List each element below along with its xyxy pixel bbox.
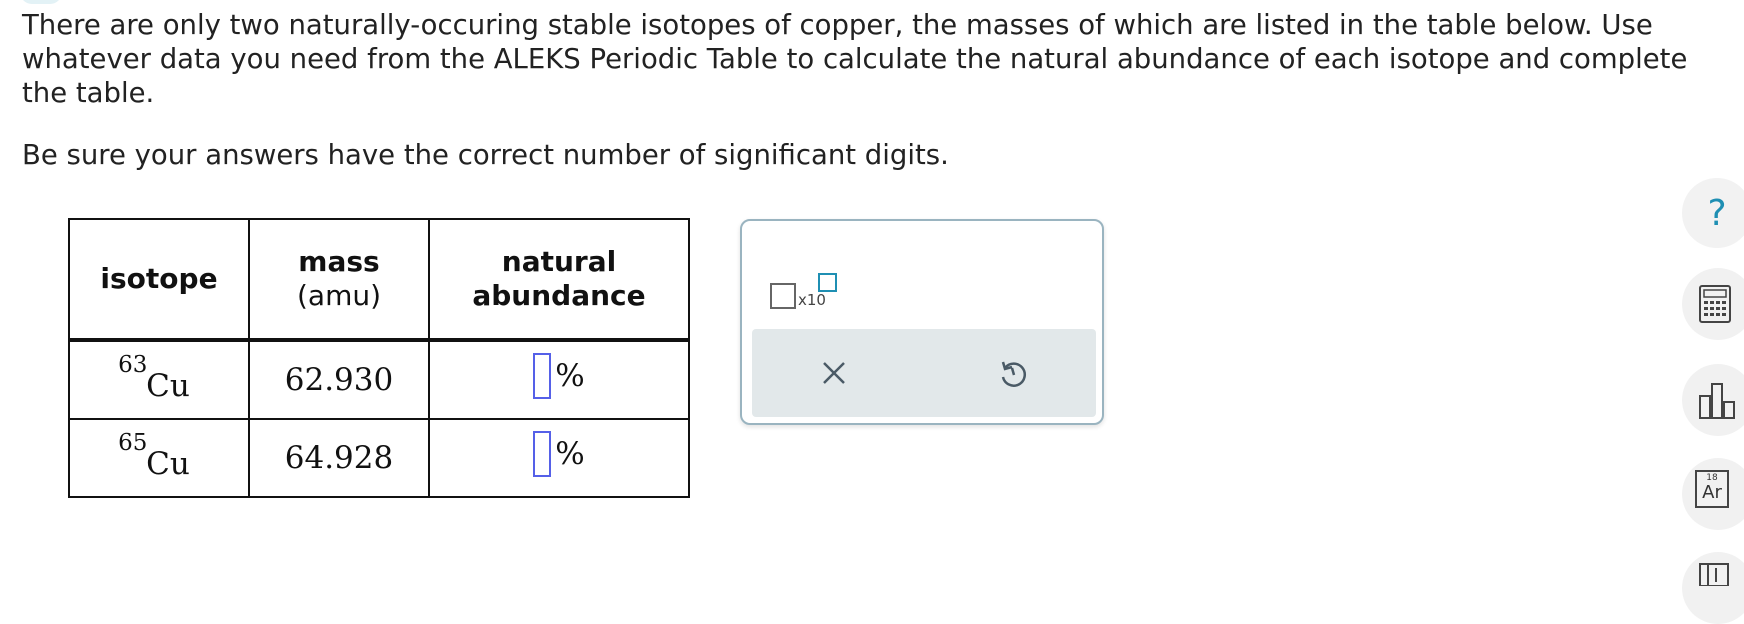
periodic-table-button[interactable]: 18 Ar [1682,458,1744,530]
undo-icon [1001,361,1026,387]
mass-number: 63 [118,352,148,378]
periodic-table-icon: 18 Ar [1695,470,1729,508]
header-mass: mass (amu) [248,218,430,341]
header-abundance-line1: natural [501,245,617,278]
table-header-row: isotope mass (amu) natural abundance [68,218,690,341]
element-symbol: Cu [146,368,190,404]
header-mass-label: mass [298,245,380,278]
sci-base-box [770,283,796,309]
undo-button[interactable] [994,355,1030,391]
table-row: 63 Cu 62.930 % [68,339,690,420]
bar-chart-icon [1699,383,1735,419]
textbook-button[interactable] [1682,552,1744,624]
header-abundance: natural abundance [428,218,690,341]
element-symbol: Cu [146,446,190,482]
palette-action-bar [752,329,1096,417]
mass-cell: 64.928 [248,418,430,498]
isotope-table: isotope mass (amu) natural abundance 63 C… [68,218,690,498]
scientific-notation-button[interactable]: x10 [770,251,840,309]
clear-button[interactable] [816,355,852,391]
help-button[interactable]: ? [1682,178,1744,248]
periodic-symbol: Ar [1702,482,1722,503]
table-row: 65 Cu 64.928 % [68,418,690,498]
help-icon: ? [1682,178,1744,248]
nuclide-symbol: 65 Cu [118,430,190,482]
isotope-cell: 63 Cu [68,339,250,420]
data-chart-button[interactable] [1682,364,1744,436]
question-paragraph: There are only two naturally-occuring st… [22,9,1688,109]
calculator-icon [1699,285,1731,323]
mass-number: 65 [118,430,148,456]
sci-exponent-box [818,273,837,292]
calculator-button[interactable] [1682,268,1744,340]
percent-unit: % [555,358,585,394]
answer-palette: x10 [740,219,1104,425]
question-text: There are only two naturally-occuring st… [22,8,1722,172]
isotope-cell: 65 Cu [68,418,250,498]
header-isotope: isotope [68,218,250,341]
abundance-cell: % [428,418,690,498]
abundance-input-cu65[interactable] [533,431,552,477]
mass-cell: 62.930 [248,339,430,420]
nuclide-symbol: 63 Cu [118,352,190,404]
sci-x10-label: x10 [798,291,826,309]
close-icon [823,362,845,384]
sig-figs-instruction: Be sure your answers have the correct nu… [22,139,949,171]
book-icon [1699,563,1729,586]
corner-tab [20,0,62,4]
header-mass-unit: (amu) [296,279,382,312]
header-abundance-line2: abundance [472,279,646,312]
abundance-cell: % [428,339,690,420]
percent-unit: % [555,436,585,472]
abundance-input-cu63[interactable] [533,353,552,399]
